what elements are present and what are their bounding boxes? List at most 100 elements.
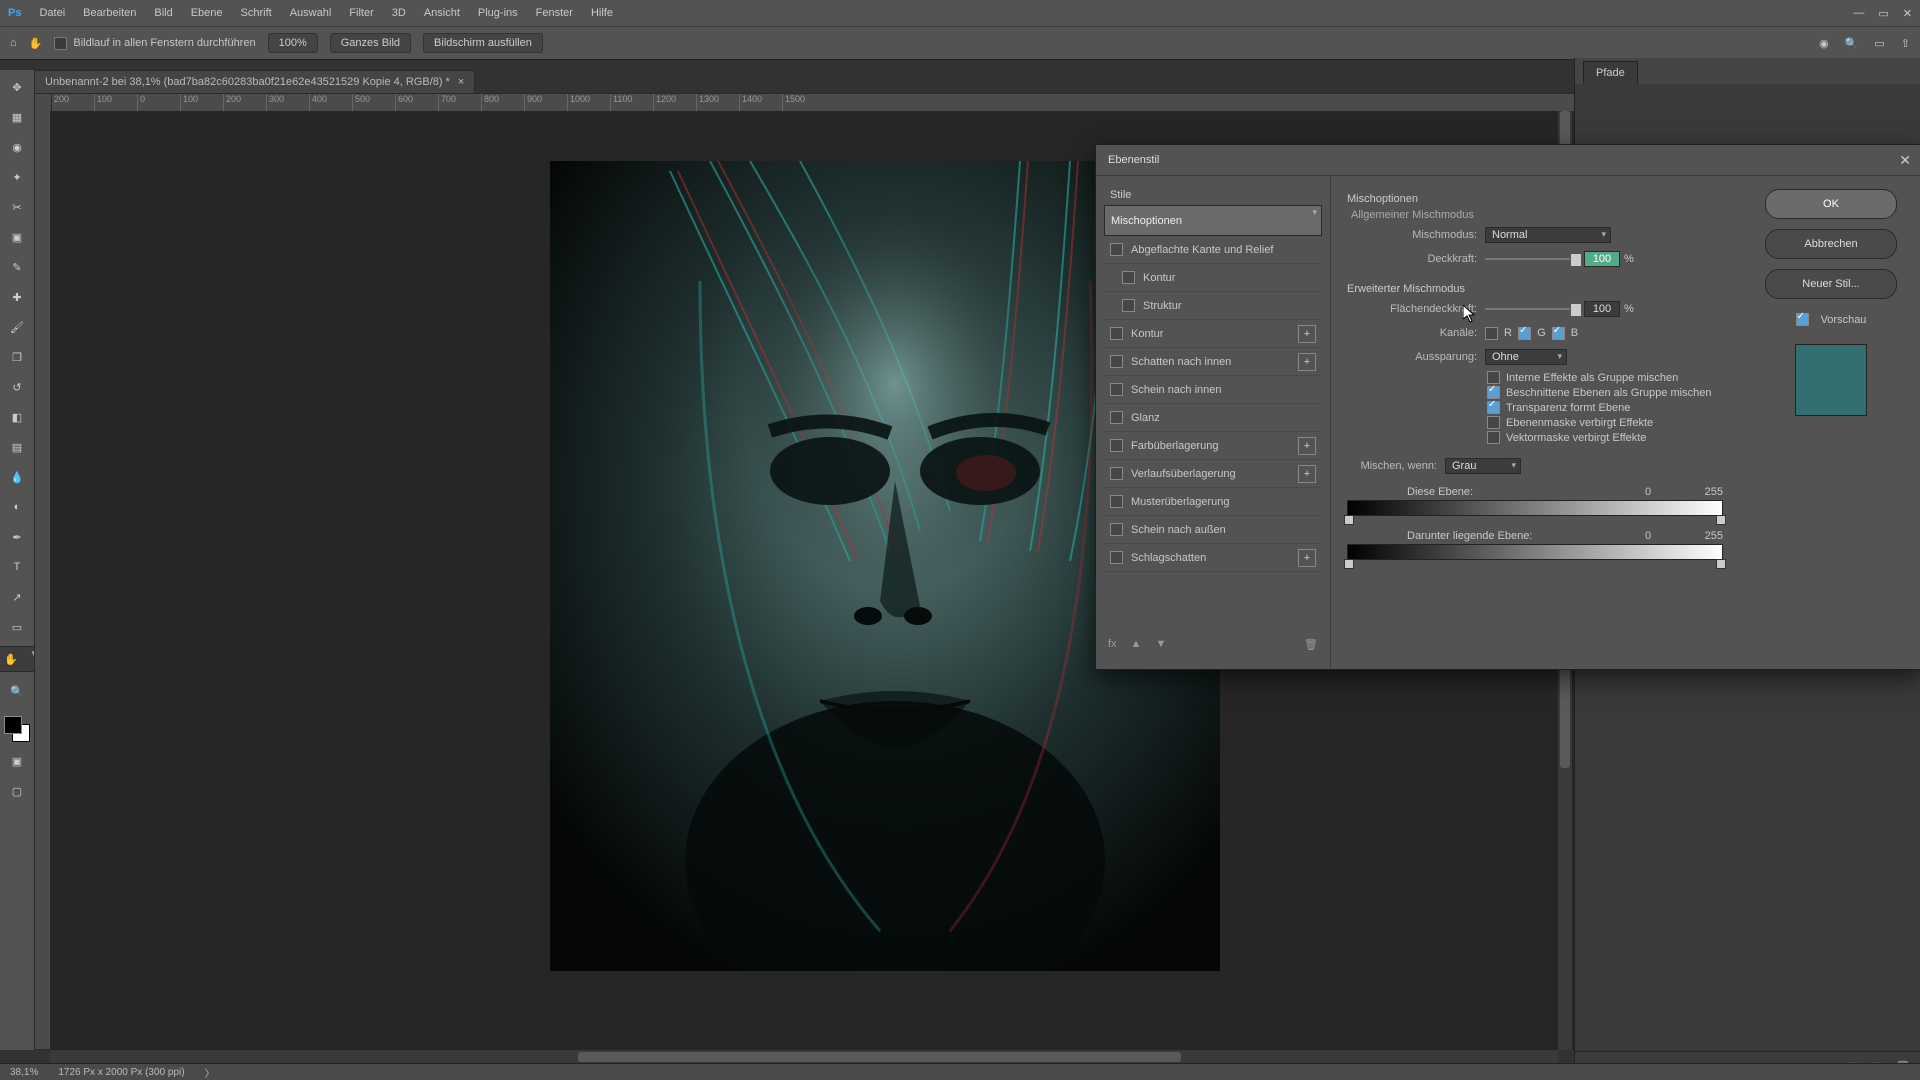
menu-schrift[interactable]: Schrift xyxy=(241,7,272,19)
fx-icon[interactable]: fx xyxy=(1108,638,1117,651)
dodge-tool-icon[interactable]: ◐ xyxy=(6,496,28,518)
lasso-tool-icon[interactable]: ◉ xyxy=(6,136,28,158)
blendif-select[interactable]: Grau xyxy=(1445,458,1521,474)
status-chevron-icon[interactable]: 〉 xyxy=(205,1065,215,1080)
shape-tool-icon[interactable]: ▭ xyxy=(6,616,28,638)
fill-opacity-input[interactable]: 100 xyxy=(1584,301,1620,317)
wand-tool-icon[interactable]: ✦ xyxy=(6,166,28,188)
screenmode-icon[interactable]: ▢ xyxy=(6,780,28,802)
preview-checkbox[interactable]: Vorschau xyxy=(1796,313,1867,326)
channel-r-checkbox[interactable] xyxy=(1485,327,1498,340)
blur-tool-icon[interactable]: 💧 xyxy=(6,466,28,488)
blend-mode-select[interactable]: Normal xyxy=(1485,227,1611,243)
brush-tool-icon[interactable]: 🖌 xyxy=(6,316,28,338)
new-style-button[interactable]: Neuer Stil... xyxy=(1765,269,1897,299)
menu-auswahl[interactable]: Auswahl xyxy=(290,7,332,19)
opacity-input[interactable]: 100 xyxy=(1584,251,1620,267)
close-tab-icon[interactable]: × xyxy=(458,76,464,88)
menu-fenster[interactable]: Fenster xyxy=(536,7,573,19)
menu-hilfe[interactable]: Hilfe xyxy=(591,7,613,19)
zoom-readout[interactable]: 38,1% xyxy=(10,1067,38,1078)
move-tool-icon[interactable]: ✥ xyxy=(6,76,28,98)
adv-checkbox[interactable] xyxy=(1487,431,1500,444)
dialog-titlebar[interactable]: Ebenenstil ✕ xyxy=(1096,145,1920,176)
style-row-2[interactable]: Kontur xyxy=(1104,264,1322,292)
adv-checkbox[interactable] xyxy=(1487,401,1500,414)
gradient-tool-icon[interactable]: ▤ xyxy=(6,436,28,458)
style-row-8[interactable]: Farbüberlagerung+ xyxy=(1104,432,1322,460)
path-tool-icon[interactable]: ↗ xyxy=(6,586,28,608)
style-row-7[interactable]: Glanz xyxy=(1104,404,1322,432)
style-row-4[interactable]: Kontur+ xyxy=(1104,320,1322,348)
style-checkbox[interactable] xyxy=(1110,355,1123,368)
heal-tool-icon[interactable]: ✚ xyxy=(6,286,28,308)
add-effect-icon[interactable]: + xyxy=(1298,549,1316,567)
adv-checkbox[interactable] xyxy=(1487,386,1500,399)
tab-pfade[interactable]: Pfade xyxy=(1583,61,1638,84)
history-brush-icon[interactable]: ↺ xyxy=(6,376,28,398)
close-icon[interactable]: ✕ xyxy=(1899,152,1911,169)
style-checkbox[interactable] xyxy=(1110,551,1123,564)
style-row-0[interactable]: Mischoptionen xyxy=(1104,205,1322,236)
zoom-100-button[interactable]: 100% xyxy=(268,33,318,53)
add-effect-icon[interactable]: + xyxy=(1298,465,1316,483)
move-down-icon[interactable]: ▼ xyxy=(1155,638,1166,651)
underlying-layer-gradient[interactable] xyxy=(1347,544,1723,560)
fit-screen-button[interactable]: Ganzes Bild xyxy=(330,33,411,53)
document-tab[interactable]: Unbenannt-2 bei 38,1% (bad7ba82c60283ba0… xyxy=(34,70,475,94)
style-checkbox[interactable] xyxy=(1110,495,1123,508)
style-row-10[interactable]: Musterüberlagerung xyxy=(1104,488,1322,516)
style-row-12[interactable]: Schlagschatten+ xyxy=(1104,544,1322,572)
cloud-icon[interactable]: ◉ xyxy=(1819,37,1829,50)
share-icon[interactable]: ⇧ xyxy=(1901,37,1910,50)
style-row-3[interactable]: Struktur xyxy=(1104,292,1322,320)
style-row-9[interactable]: Verlaufsüberlagerung+ xyxy=(1104,460,1322,488)
style-checkbox[interactable] xyxy=(1110,243,1123,256)
menu-ebene[interactable]: Ebene xyxy=(191,7,223,19)
opacity-slider[interactable] xyxy=(1485,253,1580,265)
window-close-icon[interactable]: ✕ xyxy=(1903,7,1912,20)
type-tool-icon[interactable]: T xyxy=(6,556,28,578)
menu-datei[interactable]: Datei xyxy=(39,7,65,19)
add-effect-icon[interactable]: + xyxy=(1298,437,1316,455)
frame-tool-icon[interactable]: ▣ xyxy=(6,226,28,248)
add-effect-icon[interactable]: + xyxy=(1298,325,1316,343)
channel-g-checkbox[interactable] xyxy=(1518,327,1531,340)
horizontal-scrollbar[interactable] xyxy=(50,1050,1558,1064)
stamp-tool-icon[interactable]: ❒ xyxy=(6,346,28,368)
marquee-tool-icon[interactable]: ▦ xyxy=(6,106,28,128)
zoom-tool-icon[interactable]: 🔍 xyxy=(6,680,28,702)
adv-checkbox[interactable] xyxy=(1487,416,1500,429)
menu-bild[interactable]: Bild xyxy=(154,7,172,19)
knockout-select[interactable]: Ohne xyxy=(1485,349,1567,365)
style-checkbox[interactable] xyxy=(1110,411,1123,424)
menu-3d[interactable]: 3D xyxy=(392,7,406,19)
home-icon[interactable]: ⌂ xyxy=(10,37,17,49)
style-row-5[interactable]: Schatten nach innen+ xyxy=(1104,348,1322,376)
window-restore-icon[interactable]: ▭ xyxy=(1878,7,1888,20)
adv-option-1[interactable]: Beschnittene Ebenen als Gruppe mischen xyxy=(1487,386,1723,399)
style-checkbox[interactable] xyxy=(1122,271,1135,284)
adv-option-0[interactable]: Interne Effekte als Gruppe mischen xyxy=(1487,371,1723,384)
style-checkbox[interactable] xyxy=(1110,327,1123,340)
ok-button[interactable]: OK xyxy=(1765,189,1897,219)
move-up-icon[interactable]: ▲ xyxy=(1131,638,1142,651)
channel-b-checkbox[interactable] xyxy=(1552,327,1565,340)
workspace-icon[interactable]: ▭ xyxy=(1874,37,1884,50)
adv-option-4[interactable]: Vektormaske verbirgt Effekte xyxy=(1487,431,1723,444)
style-checkbox[interactable] xyxy=(1110,383,1123,396)
search-icon[interactable]: 🔍 xyxy=(1845,37,1859,50)
menu-filter[interactable]: Filter xyxy=(349,7,373,19)
style-checkbox[interactable] xyxy=(1110,467,1123,480)
window-minimize-icon[interactable]: — xyxy=(1853,7,1864,20)
crop-tool-icon[interactable]: ✂ xyxy=(6,196,28,218)
fill-opacity-slider[interactable] xyxy=(1485,303,1580,315)
style-row-11[interactable]: Schein nach außen xyxy=(1104,516,1322,544)
style-checkbox[interactable] xyxy=(1122,299,1135,312)
fill-screen-button[interactable]: Bildschirm ausfüllen xyxy=(423,33,543,53)
menu-ansicht[interactable]: Ansicht xyxy=(424,7,460,19)
style-row-1[interactable]: Abgeflachte Kante und Relief xyxy=(1104,236,1322,264)
style-row-6[interactable]: Schein nach innen xyxy=(1104,376,1322,404)
delete-style-icon[interactable]: 🗑 xyxy=(1304,638,1318,651)
cancel-button[interactable]: Abbrechen xyxy=(1765,229,1897,259)
